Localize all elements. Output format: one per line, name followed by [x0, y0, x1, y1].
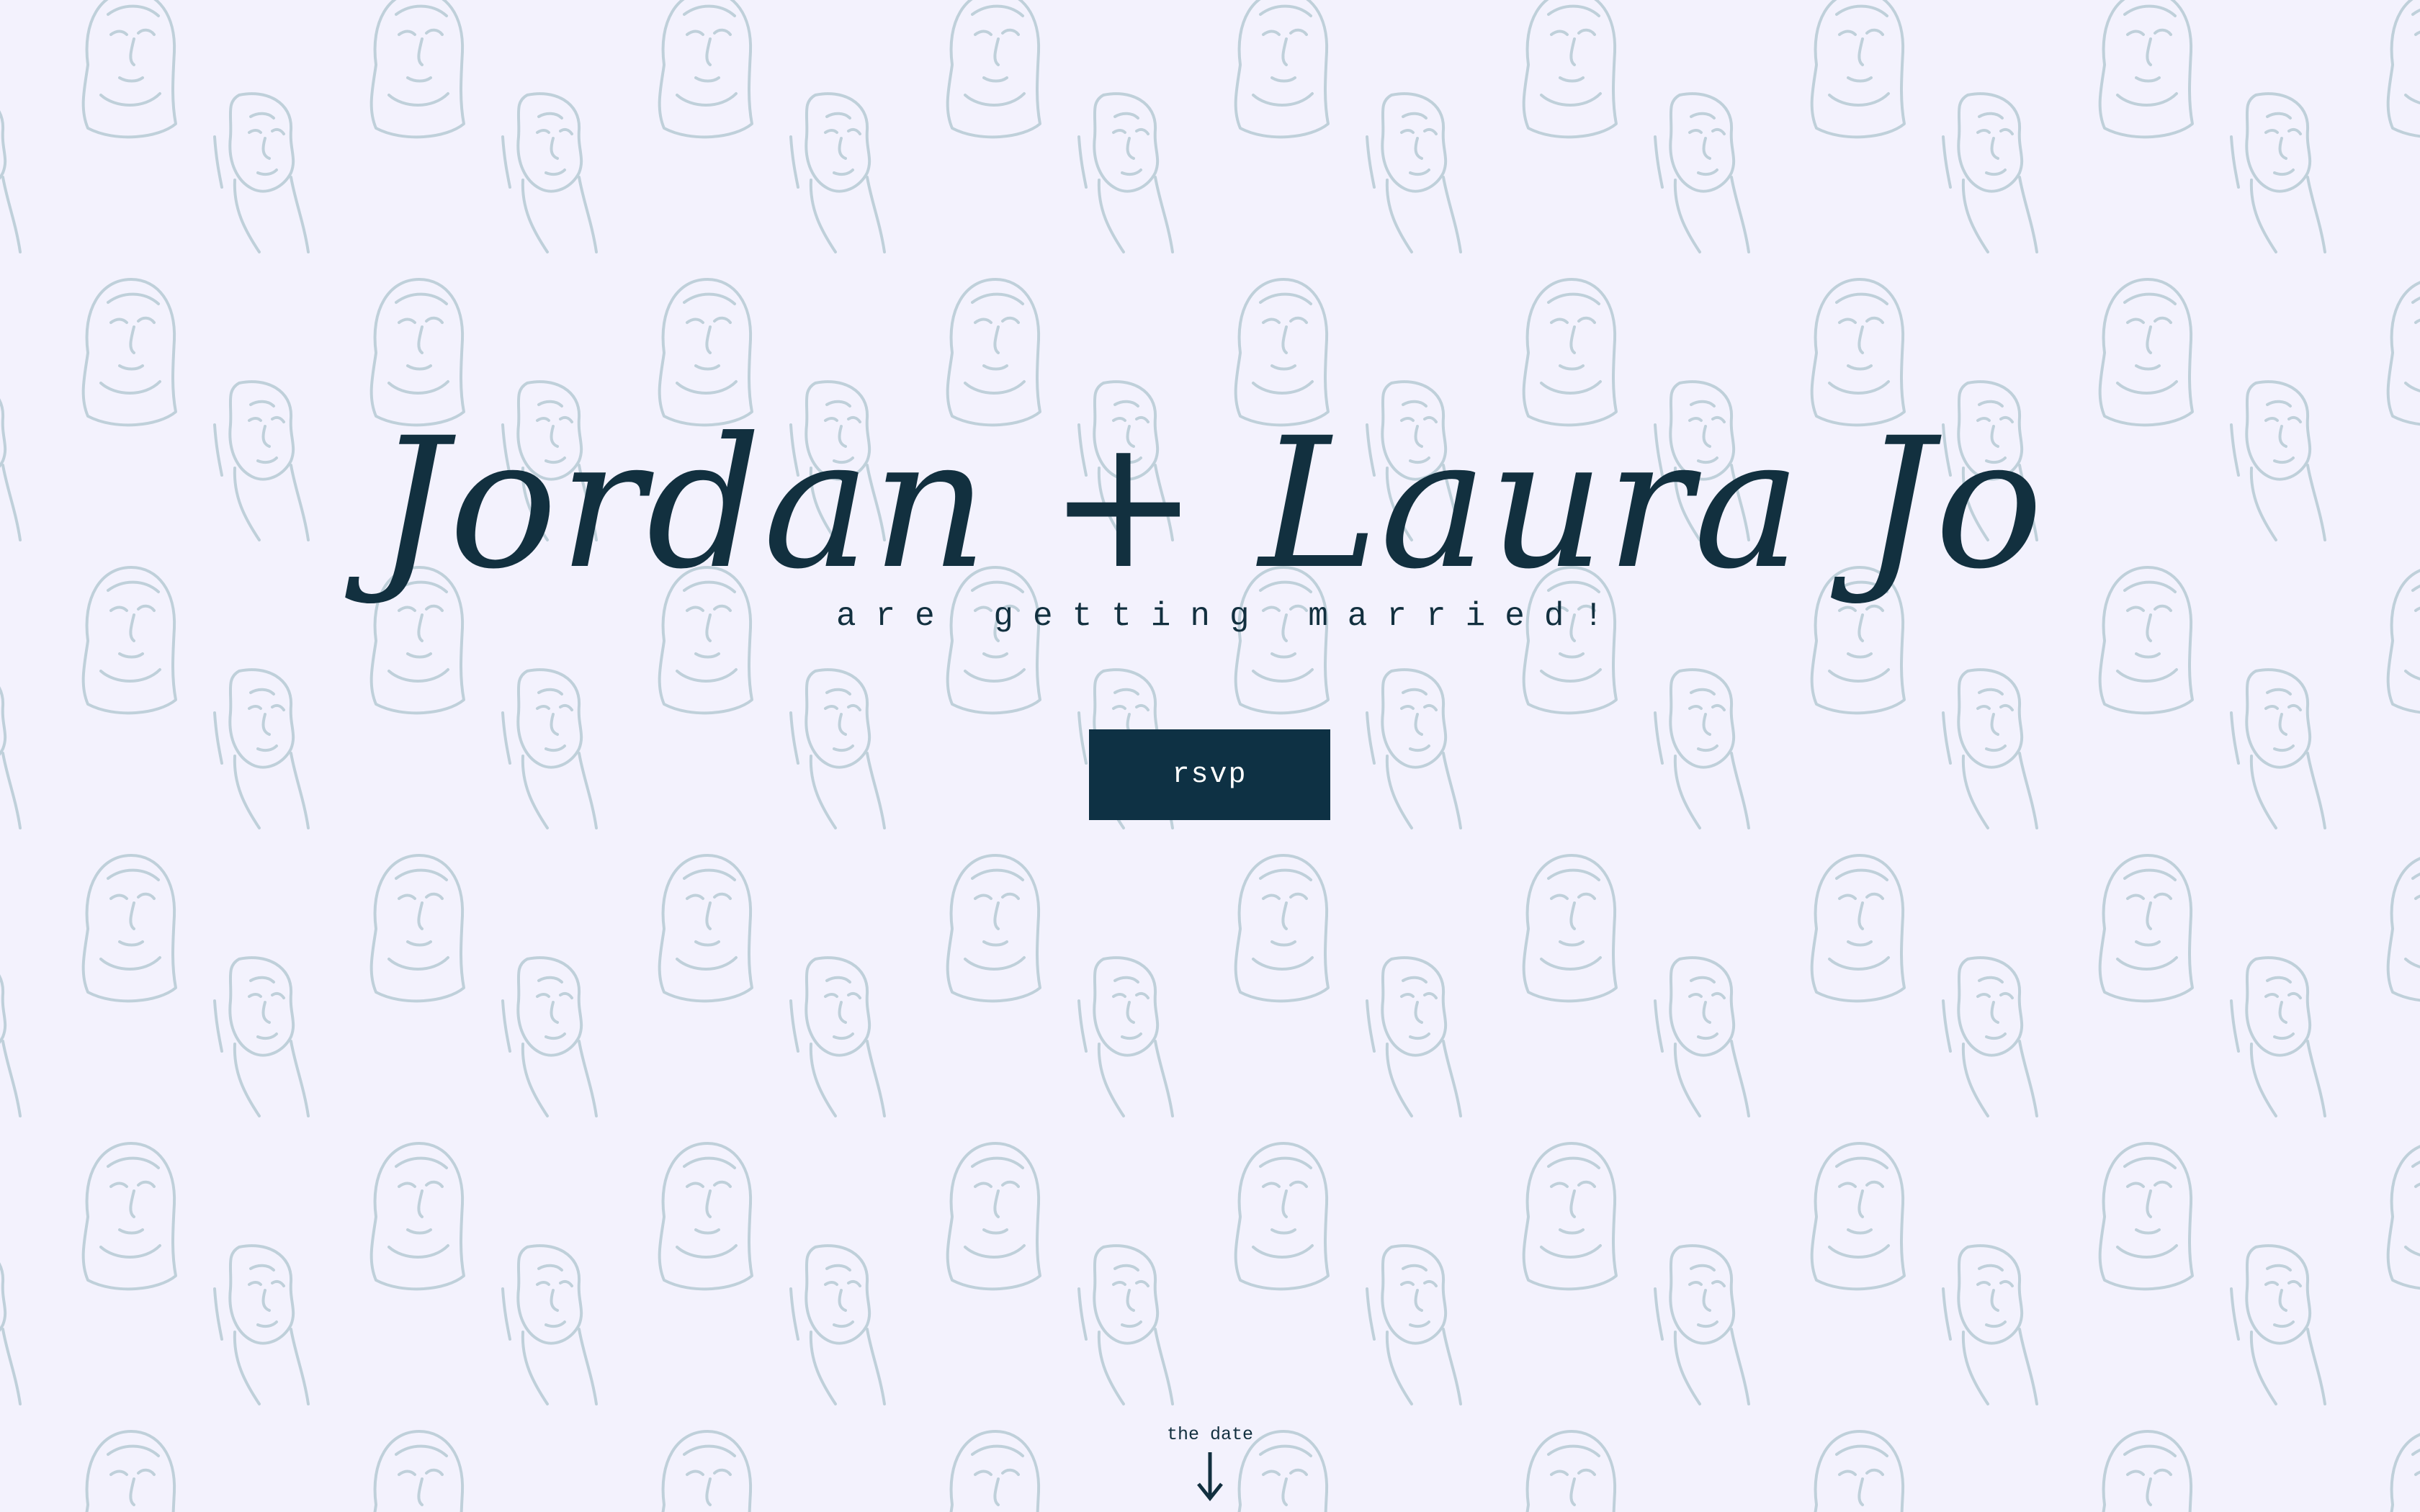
scroll-label: the date: [1166, 1424, 1254, 1445]
rsvp-button[interactable]: rsvp: [1089, 729, 1330, 820]
arrow-down-icon: [1197, 1452, 1223, 1501]
hero-section: Jordan + Laura Jo are getting married! r…: [0, 0, 2420, 1512]
scroll-to-date-link[interactable]: the date: [1124, 1422, 1296, 1501]
tagline: are getting married!: [835, 598, 1623, 635]
